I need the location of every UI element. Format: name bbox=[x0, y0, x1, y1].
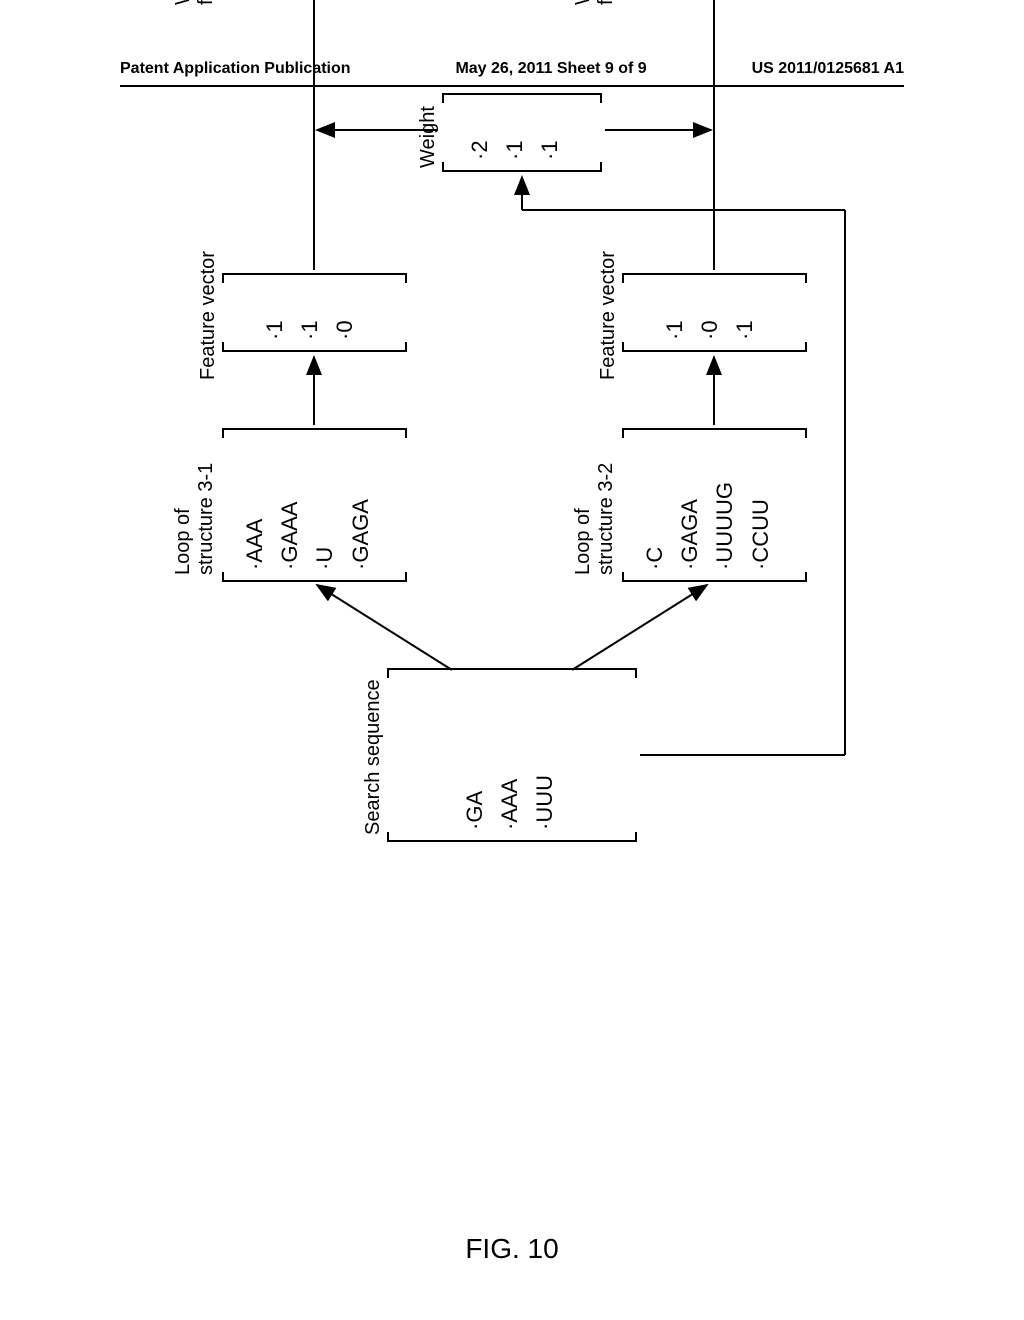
search-seq-item: ·AAA bbox=[492, 680, 527, 830]
loop-item: ·U bbox=[307, 440, 342, 570]
weighted-2-label: Weighted feature vector bbox=[572, 0, 618, 5]
fv-item: ·1 bbox=[727, 285, 762, 340]
loop-32-box: Loop of structure 3-2 ·C ·GAGA ·UUUUG ·C… bbox=[622, 430, 807, 580]
weight-box: Weight ·2 ·1 ·1 bbox=[442, 95, 602, 170]
loop-item: ·GAAA bbox=[272, 440, 307, 570]
fv-item: ·1 bbox=[257, 285, 292, 340]
bracket-icon bbox=[622, 342, 807, 352]
diagram-rotated: Search sequence ·GA ·AAA ·UUU Loop of st… bbox=[162, 0, 862, 840]
search-seq-item: ·UUU bbox=[527, 680, 562, 830]
loop-item: ·CCUU bbox=[743, 440, 778, 570]
fv-item: ·1 bbox=[657, 285, 692, 340]
loop-31-label: Loop of structure 3-1 bbox=[172, 463, 218, 575]
loop-item: ·GAGA bbox=[343, 440, 378, 570]
bracket-icon bbox=[222, 572, 407, 582]
feature-vector-1-box: Feature vector ·1 ·1 ·0 bbox=[222, 275, 407, 350]
search-sequence-box: Search sequence ·GA ·AAA ·UUU bbox=[387, 670, 637, 840]
fv-item: ·0 bbox=[692, 285, 727, 340]
weighted-1-label: Weighted feature vector bbox=[172, 0, 218, 5]
weight-content: ·2 ·1 ·1 bbox=[442, 95, 583, 170]
feature-vector-1-label: Feature vector bbox=[197, 251, 220, 380]
loop-32-label: Loop of structure 3-2 bbox=[572, 463, 618, 575]
search-sequence-label: Search sequence bbox=[362, 679, 385, 835]
loop-item: ·AAA bbox=[237, 440, 272, 570]
bracket-icon bbox=[222, 342, 407, 352]
bracket-icon bbox=[622, 428, 807, 438]
bracket-icon bbox=[622, 273, 807, 283]
loop-item: ·UUUUG bbox=[707, 440, 742, 570]
loop-item: ·GAGA bbox=[672, 440, 707, 570]
feature-vector-2-content: ·1 ·0 ·1 bbox=[622, 275, 778, 350]
loop-32-content: ·C ·GAGA ·UUUUG ·CCUU bbox=[622, 430, 793, 580]
search-seq-item: ·GA bbox=[457, 680, 492, 830]
weight-label: Weight bbox=[417, 106, 440, 168]
bracket-icon bbox=[222, 428, 407, 438]
bracket-icon bbox=[622, 572, 807, 582]
loop-31-box: Loop of structure 3-1 ·AAA ·GAAA ·U ·GAG… bbox=[222, 430, 407, 580]
fv-item: ·0 bbox=[327, 285, 362, 340]
loop-item: ·C bbox=[637, 440, 672, 570]
diagram-container: Search sequence ·GA ·AAA ·UUU Loop of st… bbox=[162, 140, 862, 1190]
fv-item: ·1 bbox=[292, 285, 327, 340]
bracket-icon bbox=[442, 93, 602, 103]
figure-label: FIG. 10 bbox=[465, 1233, 558, 1265]
loop-31-content: ·AAA ·GAAA ·U ·GAGA bbox=[222, 430, 393, 580]
arrow-icon bbox=[572, 585, 707, 670]
feature-vector-2-label: Feature vector bbox=[597, 251, 620, 380]
weight-item: ·1 bbox=[532, 105, 567, 160]
feature-vector-2-box: Feature vector ·1 ·0 ·1 bbox=[622, 275, 807, 350]
feature-vector-1-content: ·1 ·1 ·0 bbox=[222, 275, 378, 350]
bracket-icon bbox=[222, 273, 407, 283]
weight-item: ·2 bbox=[462, 105, 497, 160]
bracket-icon bbox=[387, 832, 637, 842]
arrow-icon bbox=[317, 585, 452, 670]
bracket-icon bbox=[442, 162, 602, 172]
bracket-icon bbox=[387, 668, 637, 678]
search-sequence-content: ·GA ·AAA ·UUU bbox=[387, 670, 578, 840]
weight-item: ·1 bbox=[497, 105, 532, 160]
